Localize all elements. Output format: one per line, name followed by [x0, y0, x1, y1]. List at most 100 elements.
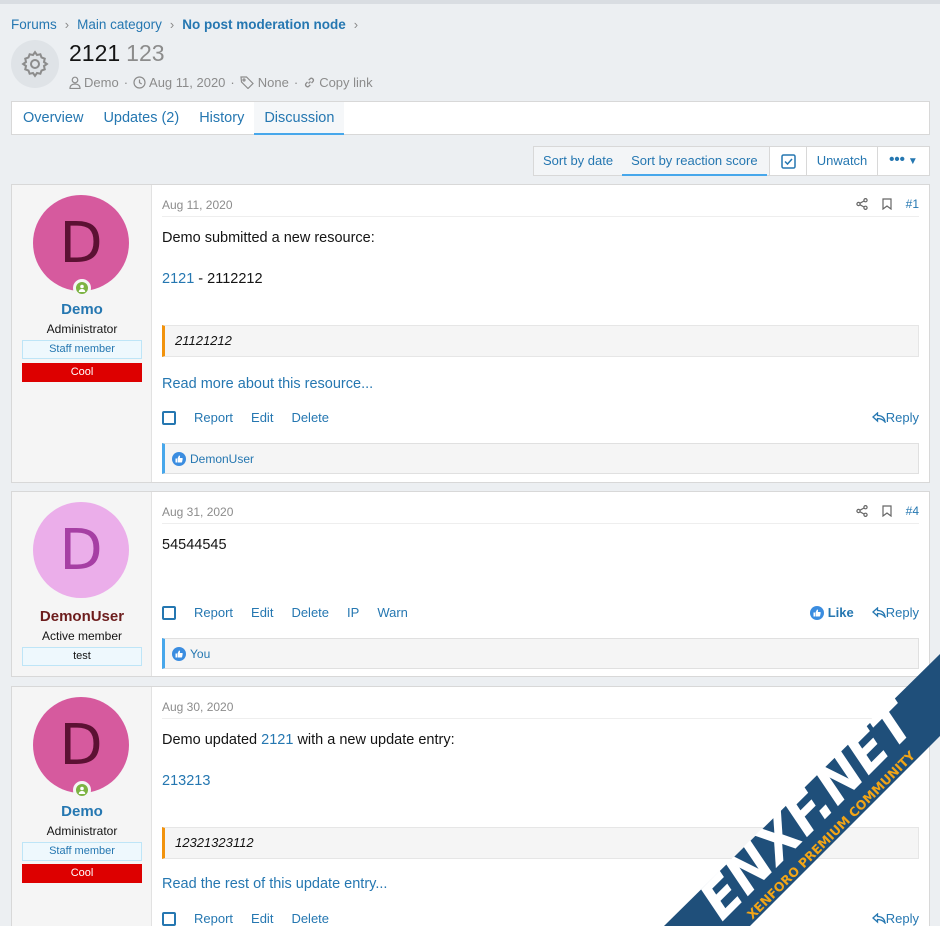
breadcrumb-forums[interactable]: Forums — [11, 17, 57, 32]
user-title: Active member — [41, 629, 123, 643]
tab-history[interactable]: History — [189, 102, 254, 134]
watermark-brand: ENXF.NET — [689, 690, 930, 926]
reaction-user[interactable]: DemonUser — [190, 452, 254, 466]
edit-button[interactable]: Edit — [251, 911, 273, 926]
post-header-icons: #1 — [842, 197, 919, 211]
bookmark-icon[interactable] — [882, 198, 892, 210]
edit-button[interactable]: Edit — [251, 410, 273, 425]
post-date[interactable]: Aug 31, 2020 — [162, 505, 233, 519]
select-checkbox[interactable] — [162, 911, 176, 926]
user-banner: test — [22, 647, 142, 666]
reactions-bar[interactable]: DemonUser — [162, 443, 919, 474]
reply-button[interactable]: Reply — [871, 605, 919, 620]
chevron-right-icon: › — [353, 17, 359, 32]
sort-bar: Sort by date Sort by reaction score — [533, 146, 770, 176]
post-user-column: D DemonUser Active member test — [12, 492, 152, 676]
chevron-right-icon: › — [169, 17, 175, 32]
checkbox-icon — [780, 153, 796, 169]
update-title-link[interactable]: 213213 — [162, 773, 210, 789]
avatar[interactable]: D — [33, 195, 129, 291]
select-checkbox[interactable] — [162, 605, 176, 620]
like-icon — [172, 451, 186, 466]
delete-button[interactable]: Delete — [291, 911, 329, 926]
resource-meta: Demo · Aug 11, 2020 · None · Copy link — [69, 75, 373, 90]
delete-button[interactable]: Delete — [291, 605, 329, 620]
clock-icon — [133, 76, 146, 89]
reply-icon — [871, 607, 886, 618]
copy-link[interactable]: Copy link — [319, 75, 372, 90]
online-indicator-icon — [73, 781, 91, 799]
username[interactable]: Demo — [12, 301, 152, 318]
staff-banner: Staff member — [22, 340, 142, 359]
breadcrumb-node[interactable]: No post moderation node — [182, 17, 346, 32]
post-actions: Report Edit Delete Reply — [162, 410, 919, 425]
read-more-link[interactable]: Read the rest of this update entry... — [162, 876, 387, 892]
more-dots: ••• — [889, 151, 905, 168]
more-options-button[interactable]: ••• ▼ — [877, 146, 930, 176]
post-number[interactable]: #1 — [906, 197, 919, 211]
avatar-initial: D — [59, 517, 103, 583]
like-icon — [809, 605, 824, 620]
post-main: Aug 11, 2020 #1 Demo submitted a new res… — [162, 185, 919, 482]
username[interactable]: Demo — [12, 803, 152, 820]
reply-button[interactable]: Reply — [871, 410, 919, 425]
avatar[interactable]: D — [33, 502, 129, 598]
post-date[interactable]: Aug 11, 2020 — [162, 198, 233, 212]
resource-link[interactable]: 2121 — [162, 271, 194, 287]
resource-tabs: Overview Updates (2) History Discussion — [11, 101, 930, 135]
tab-overview[interactable]: Overview — [13, 102, 93, 134]
post-user-column: D Demo Administrator Staff member Cool — [12, 185, 152, 482]
resource-link[interactable]: 2121 — [261, 732, 293, 748]
post-text: 54544545 — [162, 537, 227, 553]
edit-button[interactable]: Edit — [251, 605, 273, 620]
meta-date: Aug 11, 2020 — [149, 75, 226, 90]
read-more-link[interactable]: Read more about this resource... — [162, 376, 373, 392]
user-banner: Cool — [22, 864, 142, 883]
title-version: 123 — [126, 40, 165, 66]
select-checkbox[interactable] — [162, 410, 176, 425]
tab-updates[interactable]: Updates (2) — [93, 102, 189, 134]
meta-author[interactable]: Demo — [84, 75, 119, 90]
like-icon — [172, 646, 186, 661]
resource-gear-icon — [11, 40, 59, 88]
resource-quote: 21121212 — [162, 325, 919, 357]
post-intro: Demo submitted a new resource: — [162, 230, 375, 246]
report-button[interactable]: Report — [194, 605, 233, 620]
watermark: ENXF.NET XENFORO PREMIUM COMMUNITY — [660, 646, 940, 926]
staff-banner: Staff member — [22, 842, 142, 861]
caret-down-icon: ▼ — [907, 156, 918, 167]
user-title: Administrator — [46, 322, 118, 336]
post-1: D Demo Administrator Staff member Cool A… — [11, 184, 930, 483]
reaction-user[interactable]: You — [190, 647, 210, 661]
multi-select-button[interactable] — [769, 146, 807, 176]
avatar-initial: D — [59, 210, 103, 276]
page-title: 2121 123 — [69, 40, 165, 67]
report-button[interactable]: Report — [194, 911, 233, 926]
post-header-icons: #4 — [842, 504, 919, 518]
breadcrumb: Forums › Main category › No post moderat… — [11, 17, 366, 32]
tab-discussion[interactable]: Discussion — [254, 102, 345, 135]
bookmark-icon[interactable] — [882, 505, 892, 517]
post-date[interactable]: Aug 30, 2020 — [162, 700, 233, 714]
report-button[interactable]: Report — [194, 410, 233, 425]
post-text: Demo updated 2121 with a new update entr… — [162, 732, 455, 748]
share-icon[interactable] — [855, 505, 868, 517]
sort-by-date[interactable]: Sort by date — [534, 147, 622, 175]
username[interactable]: DemonUser — [12, 608, 152, 625]
meta-tags[interactable]: None — [258, 75, 289, 90]
warn-button[interactable]: Warn — [377, 605, 408, 620]
post-actions: Report Edit Delete IP Warn Like Reply — [162, 605, 919, 620]
avatar[interactable]: D — [33, 697, 129, 793]
share-icon[interactable] — [855, 198, 868, 210]
breadcrumb-main-category[interactable]: Main category — [77, 17, 162, 32]
ip-button[interactable]: IP — [347, 605, 359, 620]
top-strip — [0, 0, 940, 4]
sort-by-reaction-score[interactable]: Sort by reaction score — [622, 147, 768, 176]
post-user-column: D Demo Administrator Staff member Cool — [12, 687, 152, 926]
like-button[interactable]: Like — [809, 605, 854, 620]
delete-button[interactable]: Delete — [291, 410, 329, 425]
post-number[interactable]: #4 — [906, 504, 919, 518]
unwatch-button[interactable]: Unwatch — [806, 146, 878, 176]
user-title: Administrator — [46, 824, 118, 838]
resource-title: - 2112212 — [194, 271, 263, 287]
